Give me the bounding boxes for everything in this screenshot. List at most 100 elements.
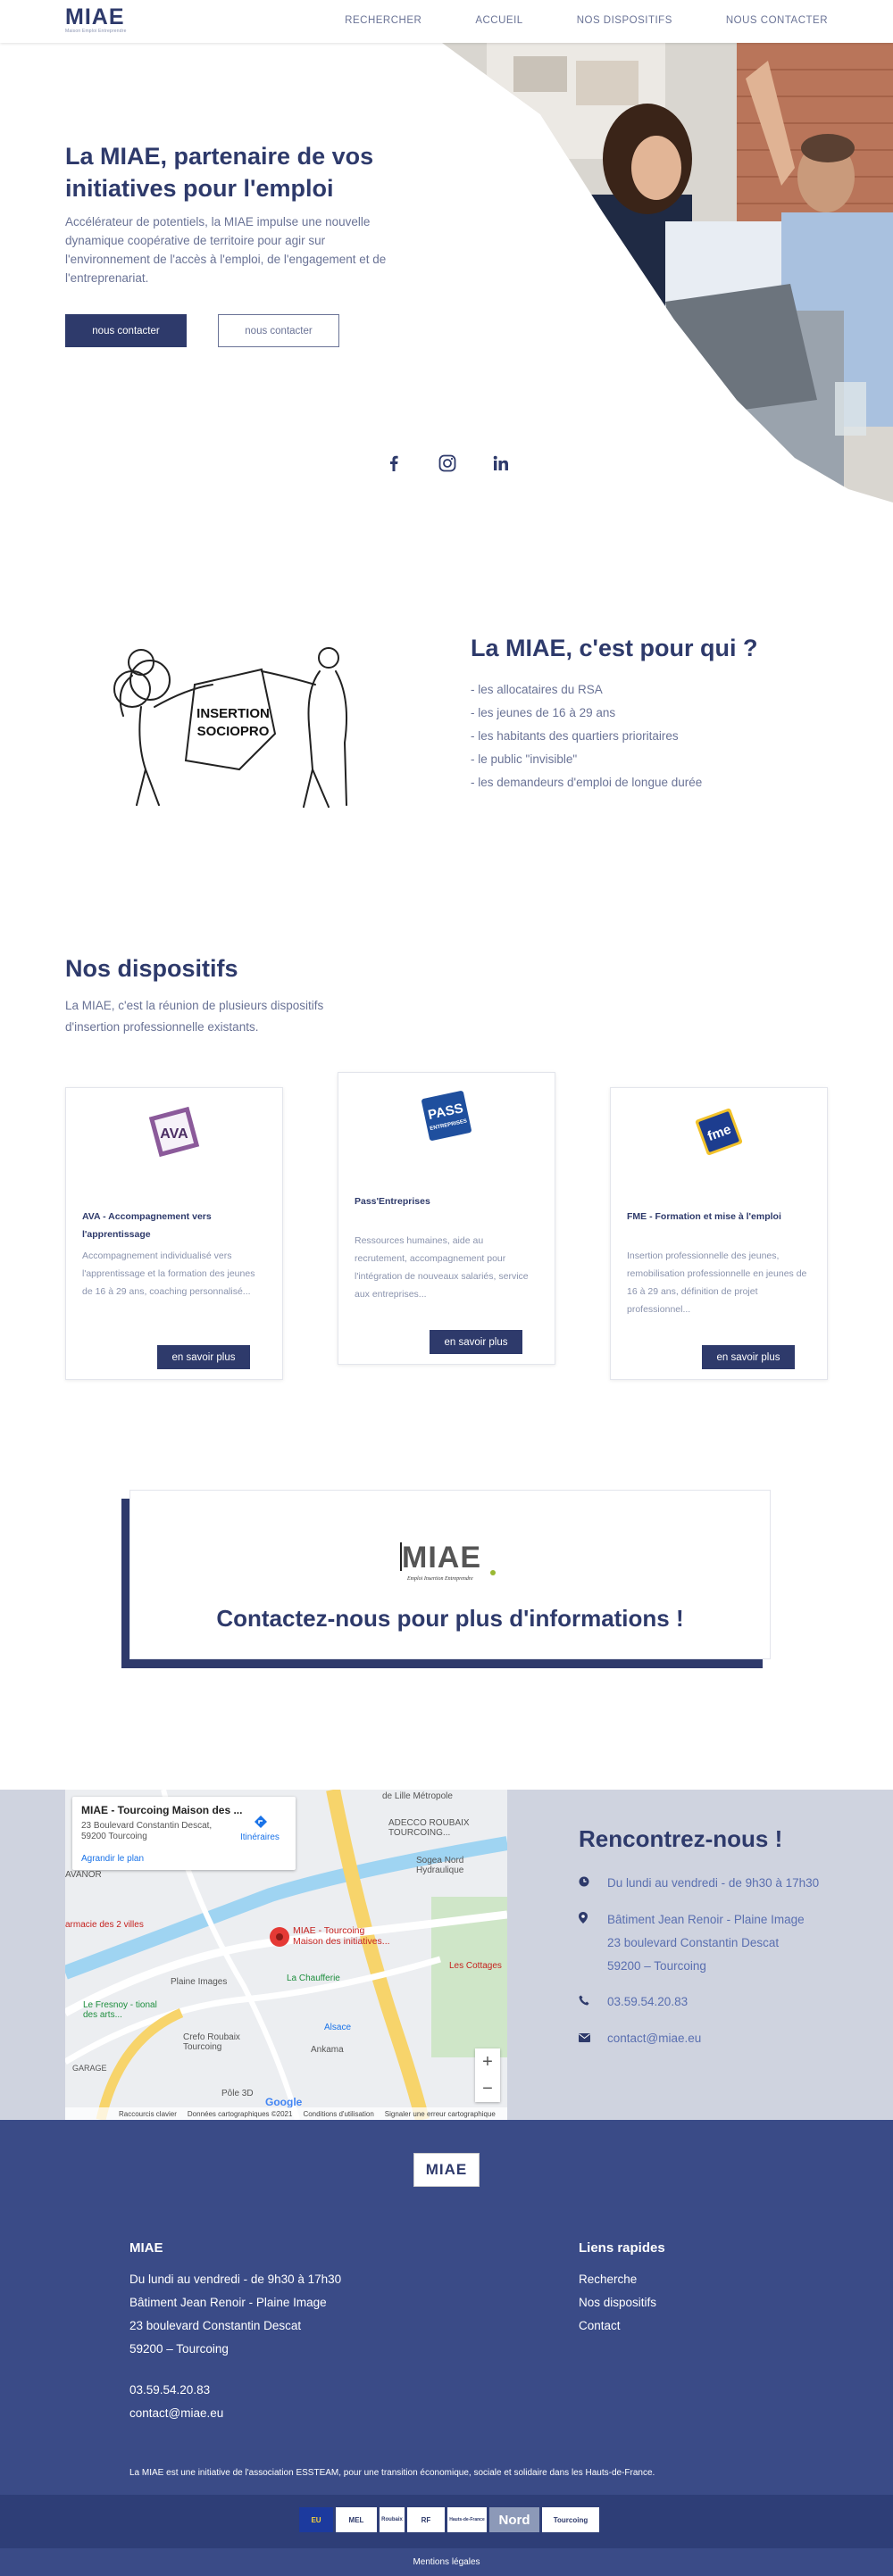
en-savoir-plus-button[interactable]: en savoir plus — [702, 1345, 795, 1369]
card-text: Accompagnement individualisé vers l'appr… — [82, 1251, 255, 1297]
partner-logo: Hauts-de-France — [447, 2507, 487, 2532]
map-directions-link[interactable]: Itinéraires — [240, 1832, 280, 1842]
phone-row: 03.59.54.20.83 — [579, 1990, 688, 2014]
address-line: Bâtiment Jean Renoir - Plaine Image — [607, 1913, 805, 1926]
map-pin-label-line: MIAE - Tourcoing — [293, 1925, 365, 1936]
zoom-in-button[interactable]: + — [482, 2052, 493, 2073]
svg-text:MIAE: MIAE — [402, 1541, 481, 1575]
map-footer-link[interactable]: Conditions d'utilisation — [303, 2110, 373, 2118]
partner-name: Nord — [498, 2512, 530, 2528]
map-place-address: 23 Boulevard Constantin Descat, 59200 To… — [81, 1821, 212, 1842]
location-pin-icon — [579, 1908, 607, 1978]
map-label: armacie des 2 villes — [65, 1920, 144, 1930]
site-logo[interactable]: MIAE Maison Emploi Entreprendre — [65, 4, 127, 35]
partner-logos: EU MEL Roubaix RF Hauts-de-France Nord T… — [299, 2507, 599, 2532]
map-pin-label: MIAE - Tourcoing Maison des initiatives.… — [293, 1925, 390, 1947]
map-place-address-line: 23 Boulevard Constantin Descat, — [81, 1821, 213, 1831]
partner-logo: MEL — [336, 2507, 377, 2532]
partner-name: EU — [311, 2515, 321, 2524]
map-label: Plaine Images — [171, 1977, 228, 1987]
phone-text[interactable]: 03.59.54.20.83 — [607, 1990, 688, 2014]
card-fme: fme FME - Formation et mise à l'emploi I… — [610, 1087, 828, 1380]
clock-icon — [579, 1872, 607, 1895]
logo-text: MIAE — [65, 4, 125, 29]
map-footer-link[interactable]: Signaler une erreur cartographique — [385, 2110, 496, 2118]
footer-info-line: 23 boulevard Constantin Descat — [129, 2319, 302, 2332]
phone-icon — [579, 1990, 607, 2014]
pour-qui-title: La MIAE, c'est pour qui ? — [471, 635, 758, 661]
google-logo: Google — [265, 2096, 303, 2108]
footer-col1-title: MIAE — [129, 2240, 163, 2256]
partner-name: MEL — [348, 2515, 364, 2524]
map-label: ADECCO ROUBAIX TOURCOING... — [388, 1818, 470, 1838]
hours-row: Du lundi au vendredi - de 9h30 à 17h30 — [579, 1872, 819, 1895]
footer-quick-links: Recherche Nos dispositifs Contact — [579, 2268, 656, 2338]
hero-contact-button[interactable]: nous contacter — [65, 314, 187, 347]
linkedin-icon[interactable] — [491, 453, 511, 473]
instagram-icon[interactable] — [438, 453, 457, 473]
footer-logo-text: MIAE — [425, 2161, 468, 2178]
republique-francaise-logo: RF — [407, 2507, 445, 2532]
footer-info-line: Du lundi au vendredi - de 9h30 à 17h30 — [129, 2273, 342, 2286]
footer-links-title: Liens rapides — [579, 2240, 665, 2256]
list-item: - les jeunes de 16 à 29 ans — [471, 706, 616, 719]
hero-title: La MIAE, partenaire de vos initiatives p… — [65, 143, 374, 202]
email-row: contact@miae.eu — [579, 2027, 701, 2050]
pass-entreprises-logo-icon: PASS ENTREPRISES — [421, 1091, 472, 1141]
map-label: Sogea Nord Hydraulique — [416, 1856, 464, 1875]
footer-info-line: Bâtiment Jean Renoir - Plaine Image — [129, 2296, 327, 2309]
hero-photo — [442, 43, 893, 503]
logo-tagline: Maison Emploi Entreprendre — [65, 29, 127, 34]
nav-contact[interactable]: NOUS CONTACTER — [726, 15, 828, 26]
footer-contact: 03.59.54.20.83 contact@miae.eu — [129, 2379, 223, 2425]
partner-name: RF — [421, 2515, 431, 2524]
en-savoir-plus-button[interactable]: en savoir plus — [430, 1330, 522, 1354]
email-text[interactable]: contact@miae.eu — [607, 2027, 701, 2050]
ava-logo-icon: AVA — [148, 1106, 200, 1158]
address-block: Bâtiment Jean Renoir - Plaine Image 23 b… — [607, 1908, 805, 1978]
partners-band: EU MEL Roubaix RF Hauts-de-France Nord T… — [0, 2495, 893, 2548]
footer-link-contact[interactable]: Contact — [579, 2314, 656, 2338]
dispositifs-title: Nos dispositifs — [65, 955, 238, 982]
footer-link-dispositifs[interactable]: Nos dispositifs — [579, 2291, 656, 2314]
illustration-label-insertion: INSERTION — [196, 706, 270, 721]
map-label: de Lille Métropole — [382, 1791, 453, 1801]
footer-logo[interactable]: MIAE — [413, 2153, 480, 2187]
fme-logo-icon: fme — [695, 1108, 743, 1156]
rencontrez-title: Rencontrez-nous ! — [579, 1825, 783, 1852]
mentions-legales-link[interactable]: Mentions légales — [413, 2557, 480, 2567]
map-label: Pôle 3D — [221, 2089, 254, 2098]
directions-icon[interactable] — [254, 1815, 268, 1829]
hero-contact-button-secondary[interactable]: nous contacter — [218, 314, 339, 347]
map-footer-link: Données cartographiques ©2021 — [187, 2109, 293, 2118]
dispositifs-description: La MIAE, c'est la réunion de plusieurs d… — [65, 999, 324, 1034]
nav-dispositifs[interactable]: NOS DISPOSITIFS — [577, 15, 672, 26]
map-enlarge-link[interactable]: Agrandir le plan — [81, 1854, 144, 1864]
footer-email[interactable]: contact@miae.eu — [129, 2402, 223, 2425]
site-footer: MIAE MIAE Du lundi au vendredi - de 9h30… — [0, 2120, 893, 2495]
nav-accueil[interactable]: ACCUEIL — [475, 15, 522, 26]
list-item: - les allocataires du RSA — [471, 683, 603, 696]
nav-recherche[interactable]: RECHERCHER — [345, 15, 421, 26]
card-title: AVA - Accompagnement vers l'apprentissag… — [82, 1211, 212, 1240]
footer-link-recherche[interactable]: Recherche — [579, 2268, 656, 2291]
facebook-icon[interactable] — [384, 453, 404, 473]
en-savoir-plus-button[interactable]: en savoir plus — [157, 1345, 250, 1369]
footer-info: Du lundi au vendredi - de 9h30 à 17h30 B… — [129, 2268, 341, 2361]
card-ava: AVA AVA - Accompagnement vers l'apprenti… — [65, 1087, 283, 1380]
map-pin-label-line: Maison des initiatives... — [293, 1936, 390, 1947]
zoom-out-button[interactable]: − — [482, 2079, 493, 2099]
map-place-card: MIAE - Tourcoing Maison des ... 23 Boule… — [72, 1797, 296, 1870]
partner-name: Roubaix — [381, 2517, 403, 2522]
list-item: - les demandeurs d'emploi de longue duré… — [471, 776, 703, 789]
nord-logo: Nord — [489, 2507, 539, 2532]
map-label: La Chaufferie — [287, 1974, 340, 1983]
footer-note: La MIAE est une initiative de l'associat… — [129, 2468, 655, 2478]
partner-name: Tourcoing — [553, 2515, 588, 2524]
footer-phone[interactable]: 03.59.54.20.83 — [129, 2379, 223, 2402]
map-zoom-controls: + − — [475, 2048, 500, 2102]
google-map[interactable]: MIAE - Tourcoing Maison des ... 23 Boule… — [65, 1790, 507, 2120]
map-footer-link[interactable]: Raccourcis clavier — [119, 2110, 177, 2118]
svg-text:AVA: AVA — [160, 1126, 188, 1142]
main-nav: RECHERCHER ACCUEIL NOS DISPOSITIFS NOUS … — [291, 15, 828, 26]
